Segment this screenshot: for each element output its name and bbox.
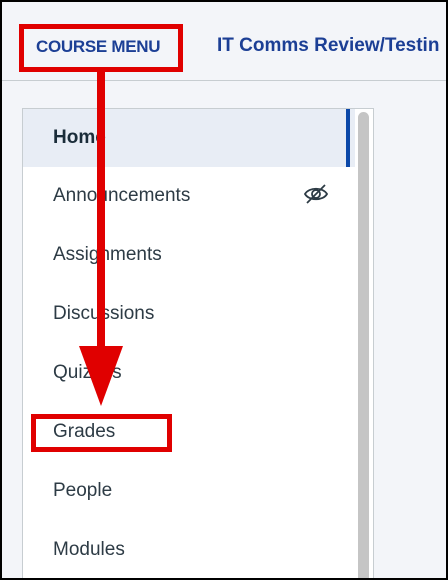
screenshot-frame: COURSE MENU IT Comms Review/Testin Home … [0, 0, 448, 580]
arrow-down-icon [79, 72, 123, 406]
